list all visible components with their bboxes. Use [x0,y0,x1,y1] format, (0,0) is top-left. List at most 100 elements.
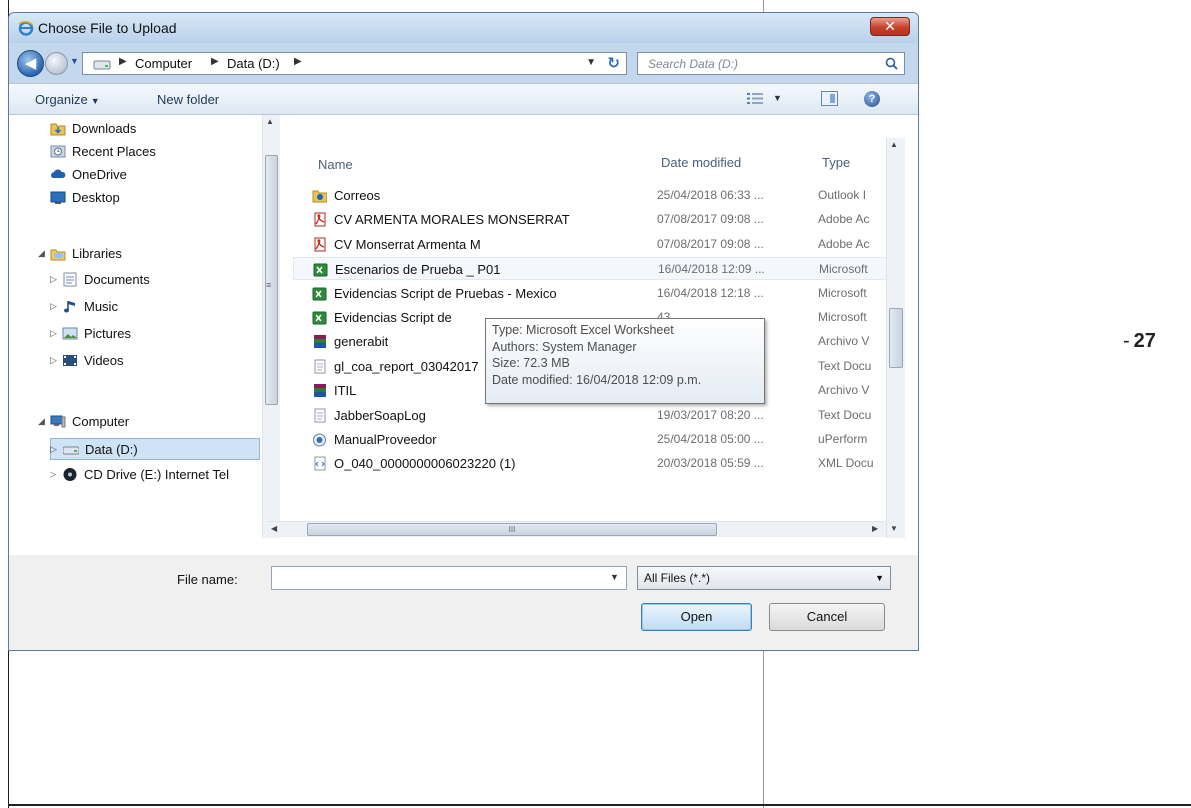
horizontal-scrollbar[interactable]: ◀ III ▶ [267,521,886,537]
preview-pane-icon[interactable] [821,91,838,106]
file-type: Adobe Ac [818,236,870,251]
horizontal-scroll-thumb[interactable]: III [307,523,717,536]
scroll-right-icon[interactable]: ▶ [872,524,878,533]
file-list-scroll-thumb[interactable] [889,308,903,368]
file-name: Evidencias Script de Pruebas - Mexico [334,285,557,301]
history-dropdown-icon[interactable]: ▼ [70,56,79,66]
file-row[interactable]: Correos 25/04/2018 06:33 ... Outlook I [293,184,893,207]
expand-arrow-icon[interactable]: ▷ [50,444,57,455]
collapse-arrow-icon[interactable]: ◢ [38,248,45,259]
excel-icon [313,263,328,277]
search-box [637,52,905,75]
view-options-icon[interactable] [747,92,763,105]
nav-item-music[interactable]: ▷ Music [50,296,252,318]
file-date-modified: 25/04/2018 05:00 ... [657,432,764,446]
file-name: gl_coa_report_03042017 [334,358,479,374]
file-type: Microsoft [818,285,867,300]
page-number: -27 [1123,330,1156,352]
file-type: Text Docu [818,358,872,373]
nav-item-videos[interactable]: ▷ Videos [50,350,252,372]
scroll-left-icon[interactable]: ◀ [271,524,277,533]
file-row[interactable]: CV ARMENTA MORALES MONSERRAT 07/08/2017 0… [293,208,893,231]
open-button[interactable]: Open [641,603,752,631]
title-bar[interactable]: Choose File to Upload ✕ [9,13,918,43]
outlook-folder-icon [312,190,327,203]
file-name-label: File name: [177,572,238,587]
file-type: Microsoft [818,310,867,324]
file-info-tooltip: Type: Microsoft Excel Worksheet Authors:… [485,318,765,404]
cancel-button[interactable]: Cancel [769,603,885,631]
file-row[interactable]: O_040_0000000006023220 (1) 20/03/2018 05:… [293,452,893,475]
column-header-type[interactable]: Type [822,155,850,170]
nav-item-downloads[interactable]: Downloads [50,118,250,140]
view-dropdown-icon[interactable]: ▼ [773,93,782,103]
file-name: CV ARMENTA MORALES MONSERRAT [334,212,570,228]
scroll-down-icon[interactable]: ▼ [890,524,898,533]
file-row[interactable]: JabberSoapLog 19/03/2017 08:20 ... Text Do… [293,404,893,427]
file-date-modified: 07/08/2017 09:08 ... [657,236,764,251]
file-list-vertical-scrollbar[interactable]: ▲ ▼ [886,138,905,538]
breadcrumb-separator-icon[interactable]: ▶ [294,56,302,67]
pictures-icon [62,327,78,340]
file-row[interactable]: CV Monserrat Armenta M 07/08/2017 09:08 .… [293,233,893,256]
refresh-icon[interactable]: ↻ [607,54,620,72]
tooltip-authors: Authors: System Manager [492,339,637,354]
file-name: ITIL [334,383,357,399]
file-row[interactable]: Evidencias Script de Pruebas - Mexico 16/… [293,282,893,305]
music-icon [64,301,75,313]
expand-arrow-icon[interactable]: ▷ [50,274,57,285]
tooltip-size: Size: 72.3 MB [492,356,570,370]
expand-arrow-icon[interactable]: ▷ [50,328,57,339]
nav-item-data-drive[interactable]: ▷ Data (D:) [50,438,260,460]
search-icon[interactable] [885,57,898,70]
documents-icon [63,272,77,287]
breadcrumb-separator-icon[interactable]: ▶ [119,56,127,67]
expand-arrow-icon[interactable]: ▷ [50,469,56,480]
file-upload-dialog: Choose File to Upload ✕ ◀ ▼ ▶ Computer ▶… [8,12,919,651]
help-icon[interactable]: ? [864,91,880,107]
nav-pane-scrollbar[interactable]: ▲ ≡ ▼ [262,115,280,538]
text-file-icon [314,408,326,423]
nav-item-libraries[interactable]: ◢ Libraries [38,243,250,265]
nav-item-cd-drive[interactable]: ▷ CD Drive (E:) Internet Tel [50,464,262,486]
uperform-icon [313,433,326,447]
breadcrumb-separator-icon[interactable]: ▶ [211,56,219,67]
nav-item-desktop[interactable]: Desktop [50,187,250,209]
breadcrumb-computer[interactable]: Computer [135,56,192,71]
file-name-dropdown-icon[interactable]: ▼ [610,572,619,582]
file-type-filter[interactable]: All Files (*.*) ▼ [637,566,891,590]
collapse-arrow-icon[interactable]: ◢ [38,416,45,427]
file-type: Outlook I [818,188,867,202]
nav-item-pictures[interactable]: ▷ Pictures [50,323,252,345]
chevron-down-icon: ▼ [90,96,100,106]
forward-button[interactable] [45,52,68,75]
file-date-modified: 19/03/2017 08:20 ... [657,407,764,422]
downloads-icon [50,123,66,136]
scroll-up-icon[interactable]: ▲ [890,140,898,149]
search-input[interactable] [638,53,878,74]
nav-item-documents[interactable]: ▷ Documents [50,269,252,291]
file-name: Correos [334,188,381,203]
file-name: Evidencias Script de [334,310,452,325]
nav-item-recent-places[interactable]: Recent Places [50,141,250,163]
expand-arrow-icon[interactable]: ▷ [50,355,57,366]
breadcrumb-data-drive[interactable]: Data (D:) [227,56,280,71]
close-button[interactable]: ✕ [870,17,910,36]
expand-arrow-icon[interactable]: ▷ [50,301,57,312]
nav-item-computer[interactable]: ◢ Computer [38,411,250,433]
drive-icon [93,60,111,70]
new-folder-button[interactable]: New folder [157,92,219,107]
file-row[interactable]: ManualProveedor 25/04/2018 05:00 ... uPerf… [293,428,893,451]
column-header-name[interactable]: Name [318,157,353,172]
back-button[interactable]: ◀ [17,50,44,77]
column-header-date-modified[interactable]: Date modified [661,155,741,170]
nav-item-onedrive[interactable]: OneDrive [50,164,250,186]
address-dropdown-icon[interactable]: ▼ [586,57,596,68]
file-date-modified: 16/04/2018 12:09 ... [658,262,765,277]
command-toolbar: Organize ▼ New folder ▼ ? [9,83,918,115]
file-name-input[interactable] [271,566,627,590]
organize-button[interactable]: Organize ▼ [35,92,100,107]
address-bar[interactable]: ▶ Computer ▶ Data (D:) ▶ ▼ ↻ [82,52,627,75]
file-row[interactable]: Escenarios de Prueba _ P01 16/04/2018 12:… [293,257,893,281]
scroll-up-icon[interactable]: ▲ [266,117,274,126]
